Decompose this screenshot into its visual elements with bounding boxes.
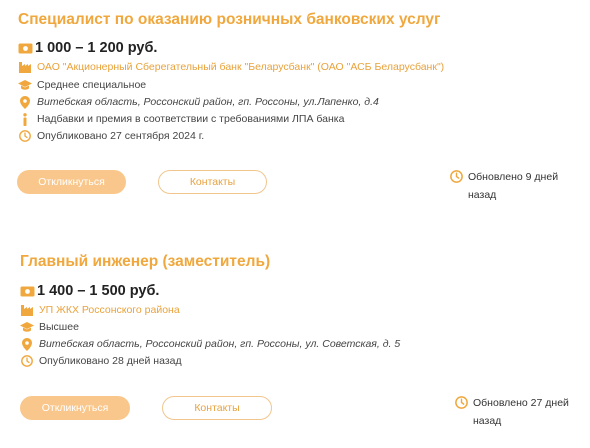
updated-info: Обновлено 9 дней назад	[450, 168, 558, 204]
salary-value: 1 400 – 1 500 руб.	[37, 283, 160, 299]
graduation-cap-icon	[20, 320, 34, 334]
address-value: Витебская область, Россонский район, гп.…	[39, 338, 401, 350]
updated-line-2: назад	[468, 189, 497, 201]
salary-value: 1 000 – 1 200 руб.	[35, 40, 158, 56]
company-link[interactable]: УП ЖКХ Россонского района	[39, 304, 180, 316]
published-value: Опубликовано 28 дней назад	[39, 355, 182, 367]
published-row: Опубликовано 28 дней назад	[20, 352, 182, 370]
education-row: Высшее	[20, 318, 79, 336]
building-icon	[18, 60, 32, 74]
vacancy-title[interactable]: Специалист по оказанию розничных банковс…	[18, 11, 440, 29]
education-value: Высшее	[39, 321, 79, 333]
clock-icon	[20, 354, 34, 368]
info-icon	[18, 112, 32, 126]
graduation-cap-icon	[18, 78, 32, 92]
address-row: Витебская область, Россонский район, гп.…	[18, 93, 379, 111]
contacts-button[interactable]: Контакты	[158, 170, 267, 194]
published-value: Опубликовано 27 сентября 2024 г.	[37, 130, 205, 142]
company-link[interactable]: ОАО "Акционерный Сберегательный банк "Бе…	[37, 61, 444, 73]
respond-button[interactable]: Откликнуться	[17, 170, 126, 194]
respond-button[interactable]: Откликнуться	[20, 396, 130, 420]
clock-icon	[450, 170, 464, 184]
address-value: Витебская область, Россонский район, гп.…	[37, 96, 379, 108]
updated-line-1: Обновлено 9 дней	[468, 171, 559, 183]
education-value: Среднее специальное	[37, 79, 147, 91]
money-icon	[20, 284, 35, 298]
building-icon	[20, 303, 34, 317]
education-row: Среднее специальное	[18, 76, 146, 94]
location-pin-icon	[18, 95, 32, 109]
clock-icon	[455, 396, 469, 410]
address-row: Витебская область, Россонский район, гп.…	[20, 335, 400, 353]
location-pin-icon	[20, 337, 34, 351]
published-row: Опубликовано 27 сентября 2024 г.	[18, 127, 204, 145]
salary-row: 1 000 – 1 200 руб.	[18, 38, 157, 58]
clock-icon	[18, 129, 32, 143]
money-icon	[18, 41, 33, 55]
company-row: ОАО "Акционерный Сберегательный банк "Бе…	[18, 58, 444, 76]
vacancy-title[interactable]: Главный инженер (заместитель)	[20, 253, 270, 271]
info-row: Надбавки и премия в соответствии с требо…	[18, 110, 344, 128]
salary-row: 1 400 – 1 500 руб.	[20, 281, 159, 301]
contacts-button[interactable]: Контакты	[162, 396, 272, 420]
updated-info: Обновлено 27 дней назад	[455, 394, 569, 430]
company-row: УП ЖКХ Россонского района	[20, 301, 180, 319]
updated-line-1: Обновлено 27 дней	[473, 397, 569, 409]
updated-line-2: назад	[473, 415, 502, 427]
info-value: Надбавки и премия в соответствии с требо…	[37, 113, 345, 125]
